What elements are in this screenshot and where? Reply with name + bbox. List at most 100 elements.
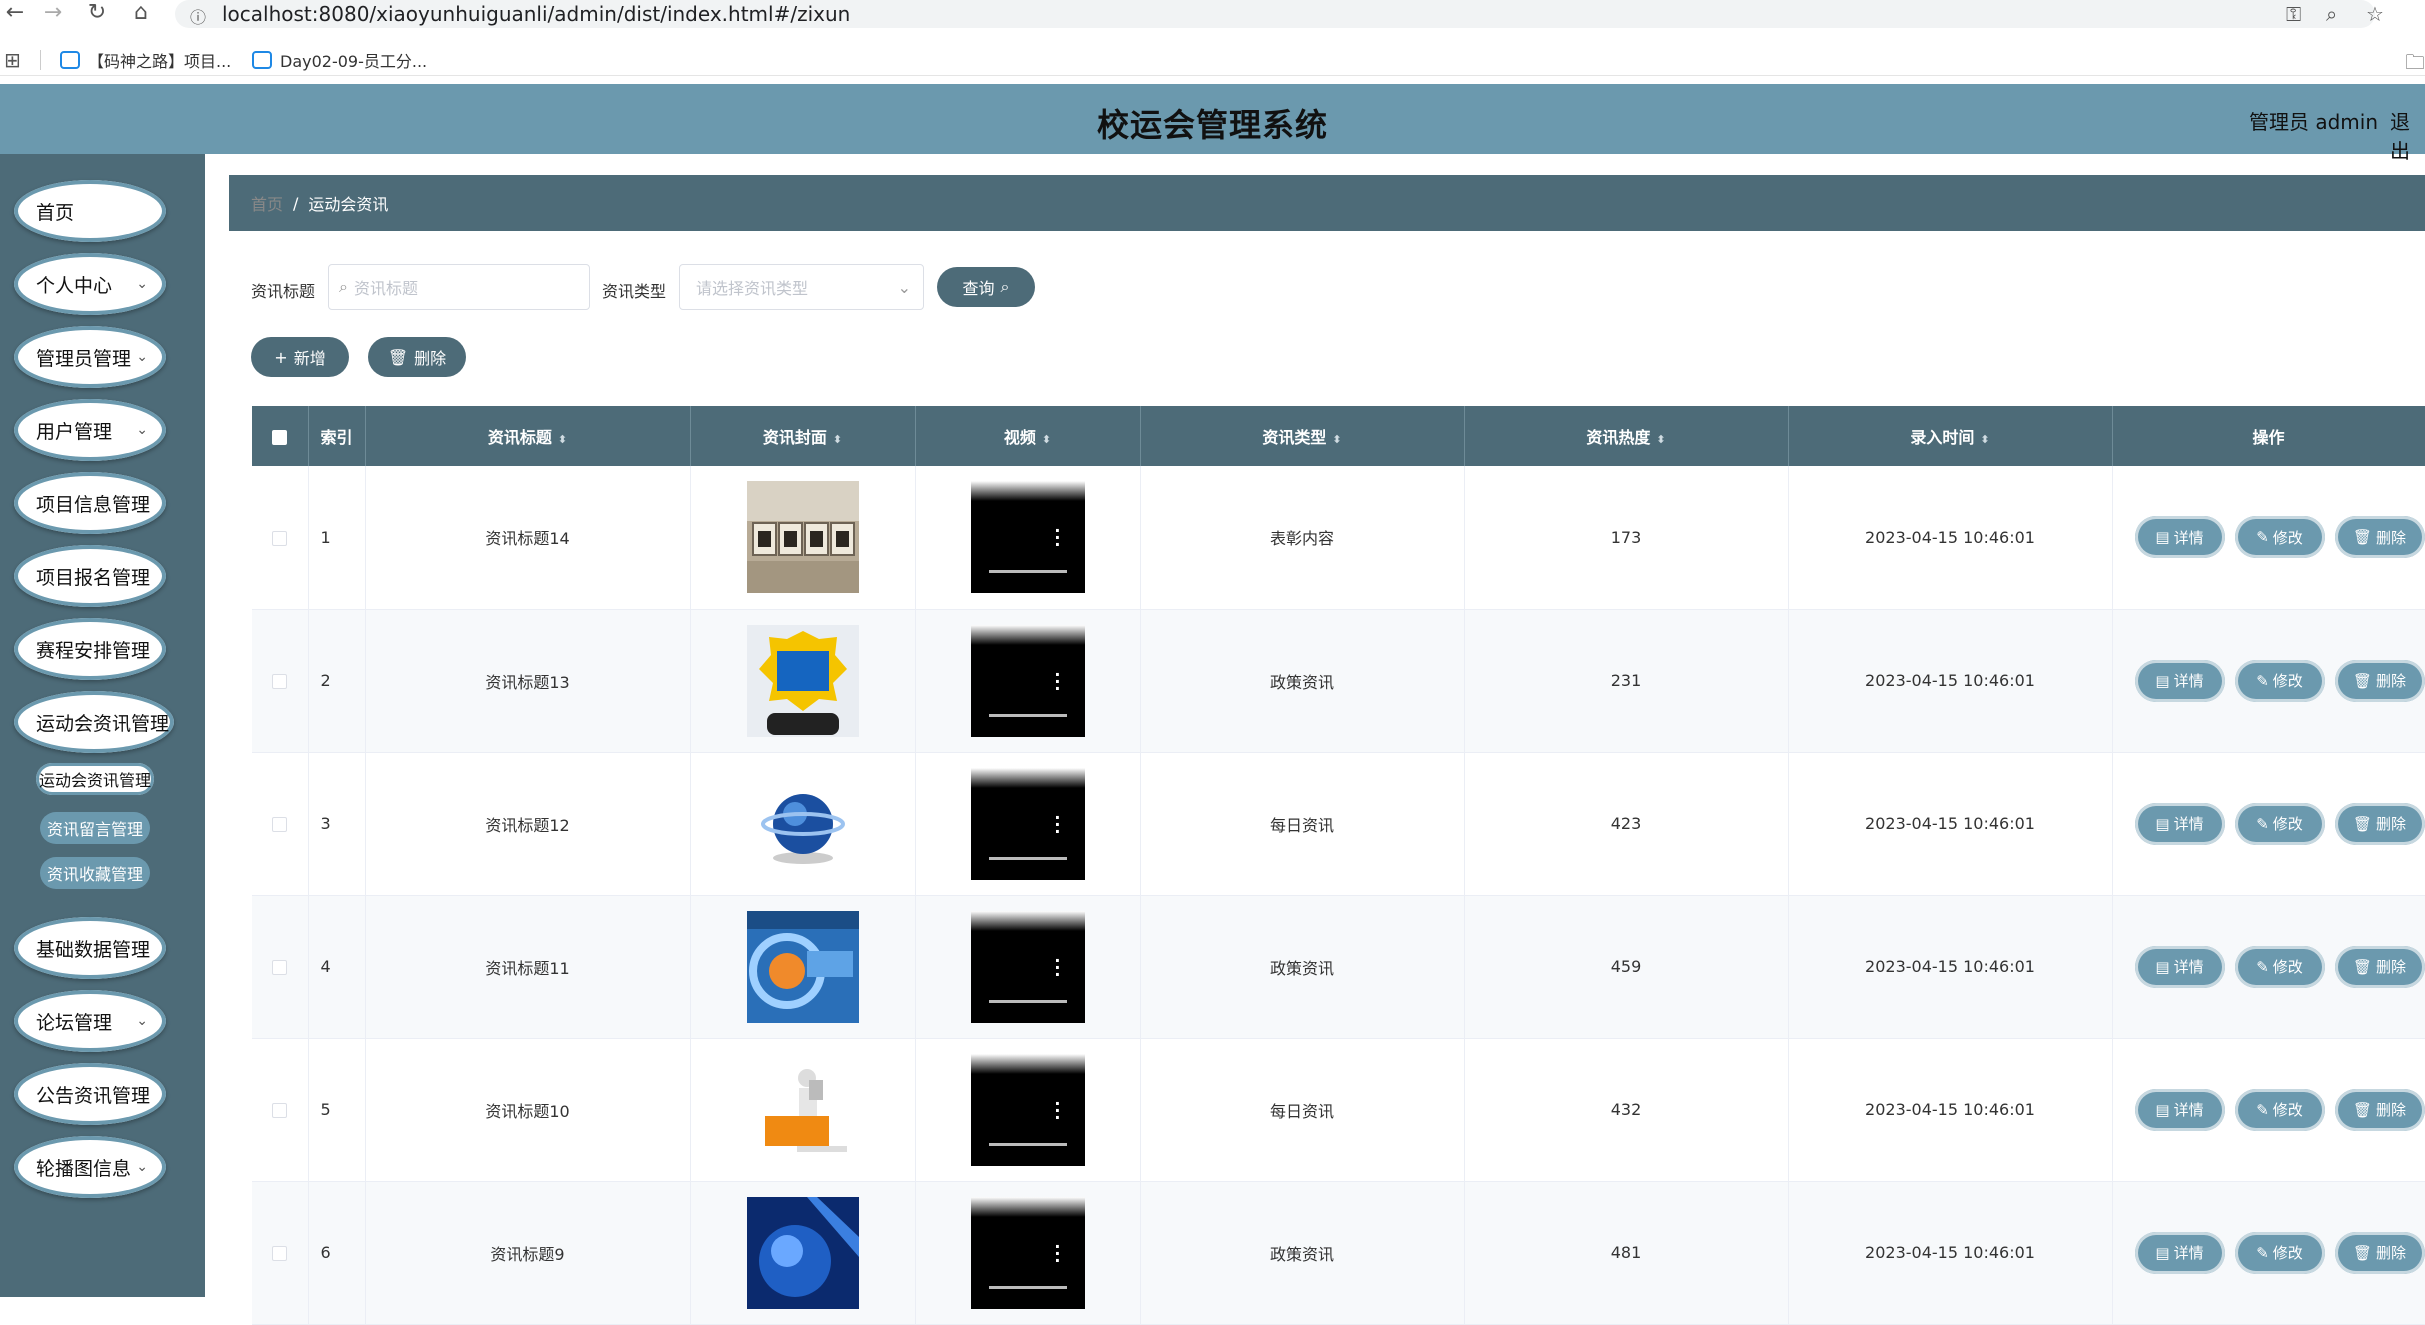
video-progress-bar[interactable] (988, 999, 1067, 1003)
batch-delete-button[interactable]: 🗑 删除 (368, 337, 466, 377)
column-header[interactable]: 资讯封面 ⬍ (690, 406, 916, 466)
detail-button[interactable]: ▤ 详情 (2134, 516, 2225, 559)
url-text[interactable]: localhost:8080/xiaoyunhuiguanli/admin/di… (222, 2, 850, 26)
delete-button[interactable]: 🗑 删除 (2334, 1231, 2425, 1274)
row-select-cell[interactable] (252, 752, 309, 896)
sidebar-item-announcements[interactable]: 公告资讯管理 (14, 1063, 166, 1125)
video-player[interactable]: · · · (970, 624, 1085, 737)
more-vertical-icon[interactable]: · · · (1054, 1095, 1060, 1125)
video-player[interactable]: · · · (970, 910, 1085, 1023)
sidebar-subitem-comments[interactable]: 资讯留言管理 (40, 812, 150, 844)
video-player[interactable]: · · · (970, 481, 1085, 594)
edit-button[interactable]: ✎ 修改 (2234, 516, 2325, 559)
edit-button[interactable]: ✎ 修改 (2234, 945, 2325, 988)
delete-button[interactable]: 🗑 删除 (2334, 659, 2425, 702)
reload-icon[interactable]: ↻ (82, 0, 112, 26)
logout-button[interactable]: 退出 (2390, 106, 2425, 164)
column-header[interactable]: 资讯标题 ⬍ (365, 406, 691, 466)
more-vertical-icon[interactable]: · · · (1054, 1238, 1060, 1268)
title-search-input[interactable]: ⌕ 资讯标题 (328, 264, 590, 310)
sort-icon[interactable]: ⬍ (558, 433, 567, 446)
sidebar-item-carousel[interactable]: 轮播图信息 ⌄ (14, 1136, 166, 1198)
sort-icon[interactable]: ⬍ (1980, 433, 1989, 446)
select-all-cell[interactable] (252, 406, 309, 466)
sidebar-item-project-signup[interactable]: 项目报名管理 (14, 545, 166, 607)
sidebar-item-base-data[interactable]: 基础数据管理 (14, 917, 166, 979)
column-header[interactable]: 资讯热度 ⬍ (1464, 406, 1789, 466)
sidebar-item-profile[interactable]: 个人中心 ⌄ (14, 253, 166, 315)
add-button[interactable]: + 新增 (251, 337, 349, 377)
sidebar-item-users[interactable]: 用户管理 ⌄ (14, 399, 166, 461)
sidebar-subitem-news-manage[interactable]: 运动会资讯管理 (36, 763, 154, 795)
row-select-cell[interactable] (252, 609, 309, 753)
row-checkbox[interactable] (272, 530, 288, 546)
more-vertical-icon[interactable]: · · · (1054, 666, 1060, 696)
row-checkbox[interactable] (272, 817, 288, 832)
column-header[interactable]: 资讯类型 ⬍ (1140, 406, 1465, 466)
delete-button[interactable]: 🗑 删除 (2334, 1088, 2425, 1131)
bookmark-item[interactable]: Day02-09-员工分... (252, 48, 427, 72)
row-select-cell[interactable] (252, 1038, 309, 1182)
cover-image[interactable] (746, 1053, 859, 1166)
column-header[interactable]: 视频 ⬍ (915, 406, 1141, 466)
video-player[interactable]: · · · (970, 1053, 1085, 1166)
delete-button[interactable]: 🗑 删除 (2334, 516, 2425, 559)
row-checkbox[interactable] (272, 1246, 288, 1261)
cover-image[interactable] (746, 481, 859, 594)
site-info-icon[interactable]: ⓘ (190, 4, 206, 28)
breadcrumb-home[interactable]: 首页 (251, 191, 283, 215)
video-player[interactable]: · · · (970, 767, 1085, 880)
home-icon[interactable]: ⌂ (126, 0, 156, 26)
row-select-cell[interactable] (252, 1181, 309, 1325)
cover-image[interactable] (746, 767, 859, 880)
column-header[interactable]: 录入时间 ⬍ (1788, 406, 2113, 466)
edit-button[interactable]: ✎ 修改 (2234, 1231, 2325, 1274)
delete-button[interactable]: 🗑 删除 (2334, 802, 2425, 845)
detail-button[interactable]: ▤ 详情 (2134, 802, 2225, 845)
row-checkbox[interactable] (272, 960, 288, 975)
row-select-cell[interactable] (252, 466, 309, 610)
video-progress-bar[interactable] (988, 1142, 1067, 1146)
sort-icon[interactable]: ⬍ (1332, 433, 1341, 446)
bookmark-star-icon[interactable]: ☆ (2366, 2, 2384, 26)
row-select-cell[interactable] (252, 895, 309, 1039)
sidebar-item-home[interactable]: 首页 (14, 180, 166, 242)
detail-button[interactable]: ▤ 详情 (2134, 1231, 2225, 1274)
sort-icon[interactable]: ⬍ (1042, 433, 1051, 446)
cover-image[interactable] (746, 910, 859, 1023)
query-button[interactable]: 查询 ⌕ (937, 267, 1035, 307)
sidebar-item-schedule[interactable]: 赛程安排管理 (14, 618, 166, 680)
apps-grid-icon[interactable]: ⊞ (4, 48, 21, 72)
edit-button[interactable]: ✎ 修改 (2234, 659, 2325, 702)
sidebar-item-news[interactable]: 运动会资讯管理 (14, 691, 174, 753)
sidebar-item-admin[interactable]: 管理员管理 ⌄ (14, 326, 166, 388)
cover-image[interactable] (746, 1196, 859, 1309)
zoom-icon[interactable]: ⌕ (2326, 2, 2337, 26)
select-all-checkbox[interactable] (272, 429, 288, 445)
folder-icon[interactable]: 🗀 (2405, 48, 2425, 82)
type-select[interactable]: 请选择资讯类型 ⌄ (679, 264, 924, 310)
cover-image[interactable] (746, 624, 859, 737)
detail-button[interactable]: ▤ 详情 (2134, 659, 2225, 702)
edit-button[interactable]: ✎ 修改 (2234, 802, 2325, 845)
video-player[interactable]: · · · (970, 1196, 1085, 1309)
detail-button[interactable]: ▤ 详情 (2134, 1088, 2225, 1131)
sort-icon[interactable]: ⬍ (833, 433, 842, 446)
password-key-icon[interactable]: ⚿ (2286, 2, 2301, 26)
more-vertical-icon[interactable]: · · · (1054, 952, 1060, 982)
video-progress-bar[interactable] (988, 1285, 1067, 1289)
sort-icon[interactable]: ⬍ (1656, 433, 1665, 446)
video-progress-bar[interactable] (988, 570, 1067, 574)
back-icon[interactable]: ← (0, 0, 30, 26)
edit-button[interactable]: ✎ 修改 (2234, 1088, 2325, 1131)
more-vertical-icon[interactable]: · · · (1054, 809, 1060, 839)
sidebar-item-forum[interactable]: 论坛管理 ⌄ (14, 990, 166, 1052)
video-progress-bar[interactable] (988, 713, 1067, 717)
video-progress-bar[interactable] (988, 856, 1067, 860)
sidebar-item-project-info[interactable]: 项目信息管理 (14, 472, 166, 534)
more-vertical-icon[interactable]: · · · (1054, 523, 1060, 553)
sidebar-subitem-favorites[interactable]: 资讯收藏管理 (40, 857, 150, 889)
detail-button[interactable]: ▤ 详情 (2134, 945, 2225, 988)
row-checkbox[interactable] (272, 674, 288, 689)
bookmark-item[interactable]: 【码神之路】项目... (60, 48, 231, 72)
